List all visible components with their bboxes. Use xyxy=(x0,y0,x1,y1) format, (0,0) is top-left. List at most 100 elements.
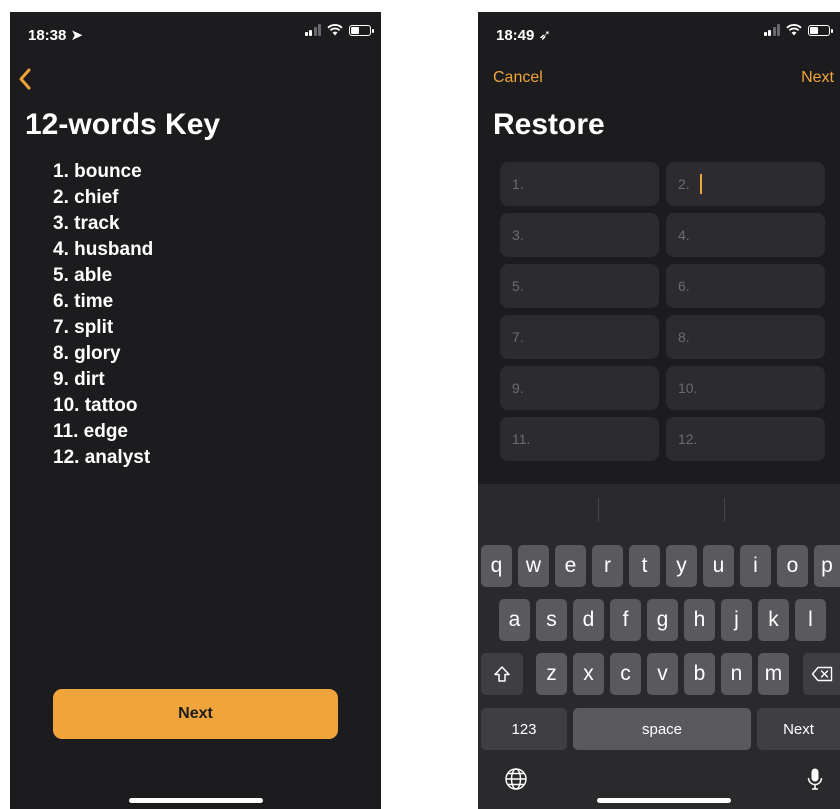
page-title: Restore xyxy=(493,108,605,141)
wifi-icon xyxy=(786,24,802,36)
key-c[interactable]: c xyxy=(610,653,641,695)
key-v[interactable]: v xyxy=(647,653,678,695)
key-g[interactable]: g xyxy=(647,599,678,641)
restore-screen: 18:49 ➶ Cancel Next Restore 1. 2. 3. 4. … xyxy=(478,12,840,809)
keyboard: q w e r t y u i o p a s d f g h j k l z … xyxy=(478,484,840,809)
word-field-1[interactable]: 1. xyxy=(500,162,659,206)
word-item: 7. split xyxy=(53,317,114,338)
word-field-4[interactable]: 4. xyxy=(666,213,825,257)
word-item: 6. time xyxy=(53,291,114,312)
status-bar: 18:38 ➤ xyxy=(10,12,381,56)
status-bar: 18:49 ➶ xyxy=(478,12,840,56)
key-q[interactable]: q xyxy=(481,545,512,587)
key-p[interactable]: p xyxy=(814,545,840,587)
status-icons xyxy=(763,24,833,36)
next-button[interactable]: Next xyxy=(801,69,834,87)
word-field-label: 4. xyxy=(678,227,690,243)
key-s[interactable]: s xyxy=(536,599,567,641)
key-h[interactable]: h xyxy=(684,599,715,641)
key-n[interactable]: n xyxy=(721,653,752,695)
word-field-label: 9. xyxy=(512,380,524,396)
space-key[interactable]: space xyxy=(573,708,751,750)
numbers-key[interactable]: 123 xyxy=(481,708,567,750)
word-input-grid: 1. 2. 3. 4. 5. 6. 7. 8. 9. 10. 11. 12. xyxy=(500,162,825,461)
key-j[interactable]: j xyxy=(721,599,752,641)
status-icons xyxy=(304,24,374,36)
word-field-label: 6. xyxy=(678,278,690,294)
word-list: 1. bounce 2. chief 3. track 4. husband 5… xyxy=(53,159,153,471)
key-d[interactable]: d xyxy=(573,599,604,641)
battery-icon xyxy=(808,24,833,36)
keyboard-next-key[interactable]: Next xyxy=(757,708,840,750)
word-item: 4. husband xyxy=(53,239,154,260)
battery-icon xyxy=(349,24,374,36)
word-item: 10. tattoo xyxy=(53,395,138,416)
home-indicator[interactable] xyxy=(597,798,731,803)
back-button[interactable] xyxy=(18,64,42,94)
word-field-label: 2. xyxy=(678,176,690,192)
dictation-button[interactable] xyxy=(802,764,828,794)
backspace-key[interactable] xyxy=(803,653,840,695)
backspace-icon xyxy=(811,666,832,682)
word-item: 12. analyst xyxy=(53,447,151,468)
key-f[interactable]: f xyxy=(610,599,641,641)
next-button[interactable]: Next xyxy=(53,689,338,739)
word-field-label: 3. xyxy=(512,227,524,243)
microphone-icon xyxy=(807,768,823,790)
word-item: 5. able xyxy=(53,265,113,286)
cancel-button[interactable]: Cancel xyxy=(493,69,543,87)
word-field-11[interactable]: 11. xyxy=(500,417,659,461)
key-x[interactable]: x xyxy=(573,653,604,695)
key-w[interactable]: w xyxy=(518,545,549,587)
signal-icon xyxy=(763,24,780,36)
key-m[interactable]: m xyxy=(758,653,789,695)
word-item: 8. glory xyxy=(53,343,121,364)
key-o[interactable]: o xyxy=(777,545,808,587)
status-time: 18:38 ➤ xyxy=(28,27,84,44)
suggestion-bar xyxy=(478,484,840,534)
globe-button[interactable] xyxy=(501,764,531,794)
word-field-8[interactable]: 8. xyxy=(666,315,825,359)
key-b[interactable]: b xyxy=(684,653,715,695)
word-field-label: 7. xyxy=(512,329,524,345)
word-field-label: 12. xyxy=(678,431,698,447)
key-i[interactable]: i xyxy=(740,545,771,587)
word-field-12[interactable]: 12. xyxy=(666,417,825,461)
word-item: 3. track xyxy=(53,213,120,234)
key-t[interactable]: t xyxy=(629,545,660,587)
suggestion-divider xyxy=(724,498,725,522)
word-field-9[interactable]: 9. xyxy=(500,366,659,410)
word-field-10[interactable]: 10. xyxy=(666,366,825,410)
word-item: 11. edge xyxy=(53,421,128,442)
key-y[interactable]: y xyxy=(666,545,697,587)
suggestion-divider xyxy=(598,498,599,522)
word-field-label: 10. xyxy=(678,380,698,396)
key-e[interactable]: e xyxy=(555,545,586,587)
word-field-3[interactable]: 3. xyxy=(500,213,659,257)
word-field-label: 1. xyxy=(512,176,524,192)
key-screen: 18:38 ➤ 12-words Key 1. bounce 2. chief … xyxy=(10,12,381,809)
word-field-6[interactable]: 6. xyxy=(666,264,825,308)
key-l[interactable]: l xyxy=(795,599,826,641)
globe-icon xyxy=(505,768,527,790)
word-field-label: 8. xyxy=(678,329,690,345)
shift-key[interactable] xyxy=(481,653,523,695)
shift-icon xyxy=(494,666,510,682)
key-k[interactable]: k xyxy=(758,599,789,641)
word-field-5[interactable]: 5. xyxy=(500,264,659,308)
word-field-label: 5. xyxy=(512,278,524,294)
key-r[interactable]: r xyxy=(592,545,623,587)
signal-icon xyxy=(304,24,321,36)
word-item: 1. bounce xyxy=(53,161,142,182)
text-cursor xyxy=(699,174,702,194)
chevron-left-icon xyxy=(19,68,31,90)
wifi-icon xyxy=(327,24,343,36)
key-z[interactable]: z xyxy=(536,653,567,695)
word-field-2[interactable]: 2. xyxy=(666,162,825,206)
key-a[interactable]: a xyxy=(499,599,530,641)
key-u[interactable]: u xyxy=(703,545,734,587)
home-indicator[interactable] xyxy=(129,798,263,803)
word-field-7[interactable]: 7. xyxy=(500,315,659,359)
word-field-label: 11. xyxy=(512,431,531,447)
status-time: 18:49 ➶ xyxy=(496,27,552,44)
